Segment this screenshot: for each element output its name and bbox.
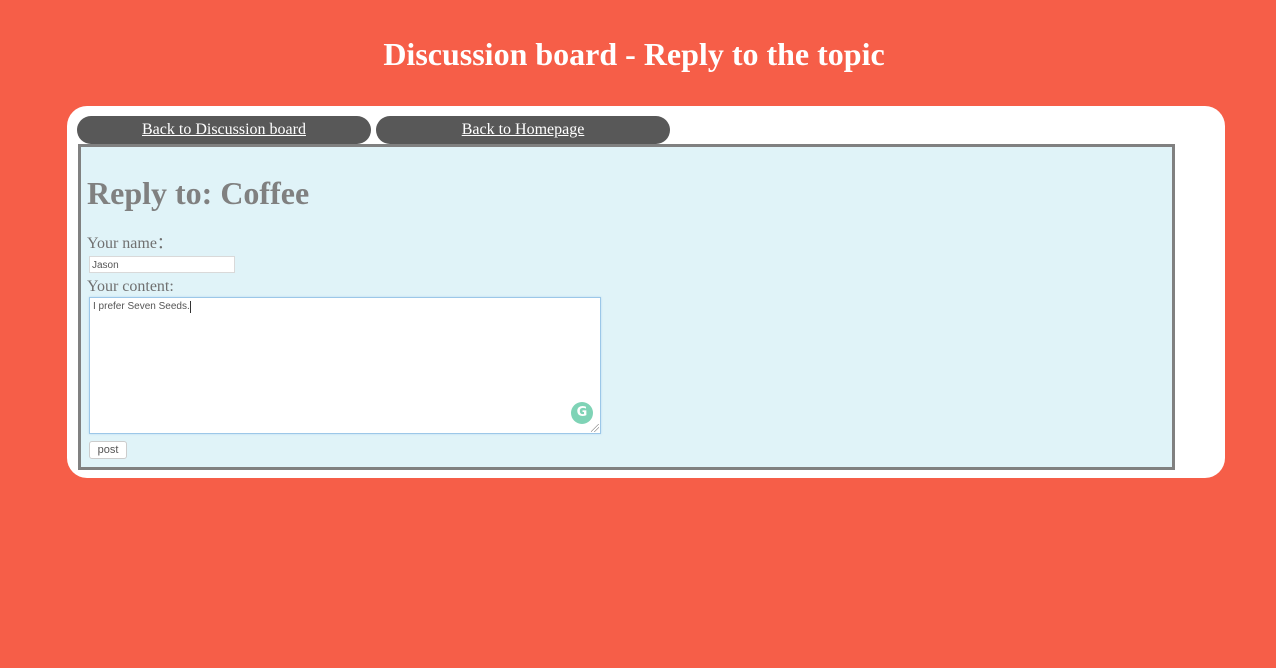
grammarly-g-icon[interactable]: G [571,402,593,424]
reply-heading: Reply to: Coffee [87,175,310,211]
back-to-discussion-board-link[interactable]: Back to Discussion board [77,116,371,144]
page-title: Discussion board - Reply to the topic [383,36,885,72]
content-text: I prefer Seven Seeds. [93,301,190,312]
reply-form-panel: Reply to: Coffee Your name： Jason Your c… [78,144,1175,470]
main-card: Back to Discussion board Back to Homepag… [67,106,1225,478]
back-to-homepage-link[interactable]: Back to Homepage [376,116,670,144]
content-label: Your content: [87,278,174,295]
content-textarea[interactable]: I prefer Seven Seeds. G [89,297,601,434]
text-caret [189,301,191,313]
name-input[interactable]: Jason [89,256,235,273]
name-label: Your name： [87,235,173,252]
resize-handle-icon[interactable] [591,424,599,432]
post-button[interactable]: post [89,441,127,459]
